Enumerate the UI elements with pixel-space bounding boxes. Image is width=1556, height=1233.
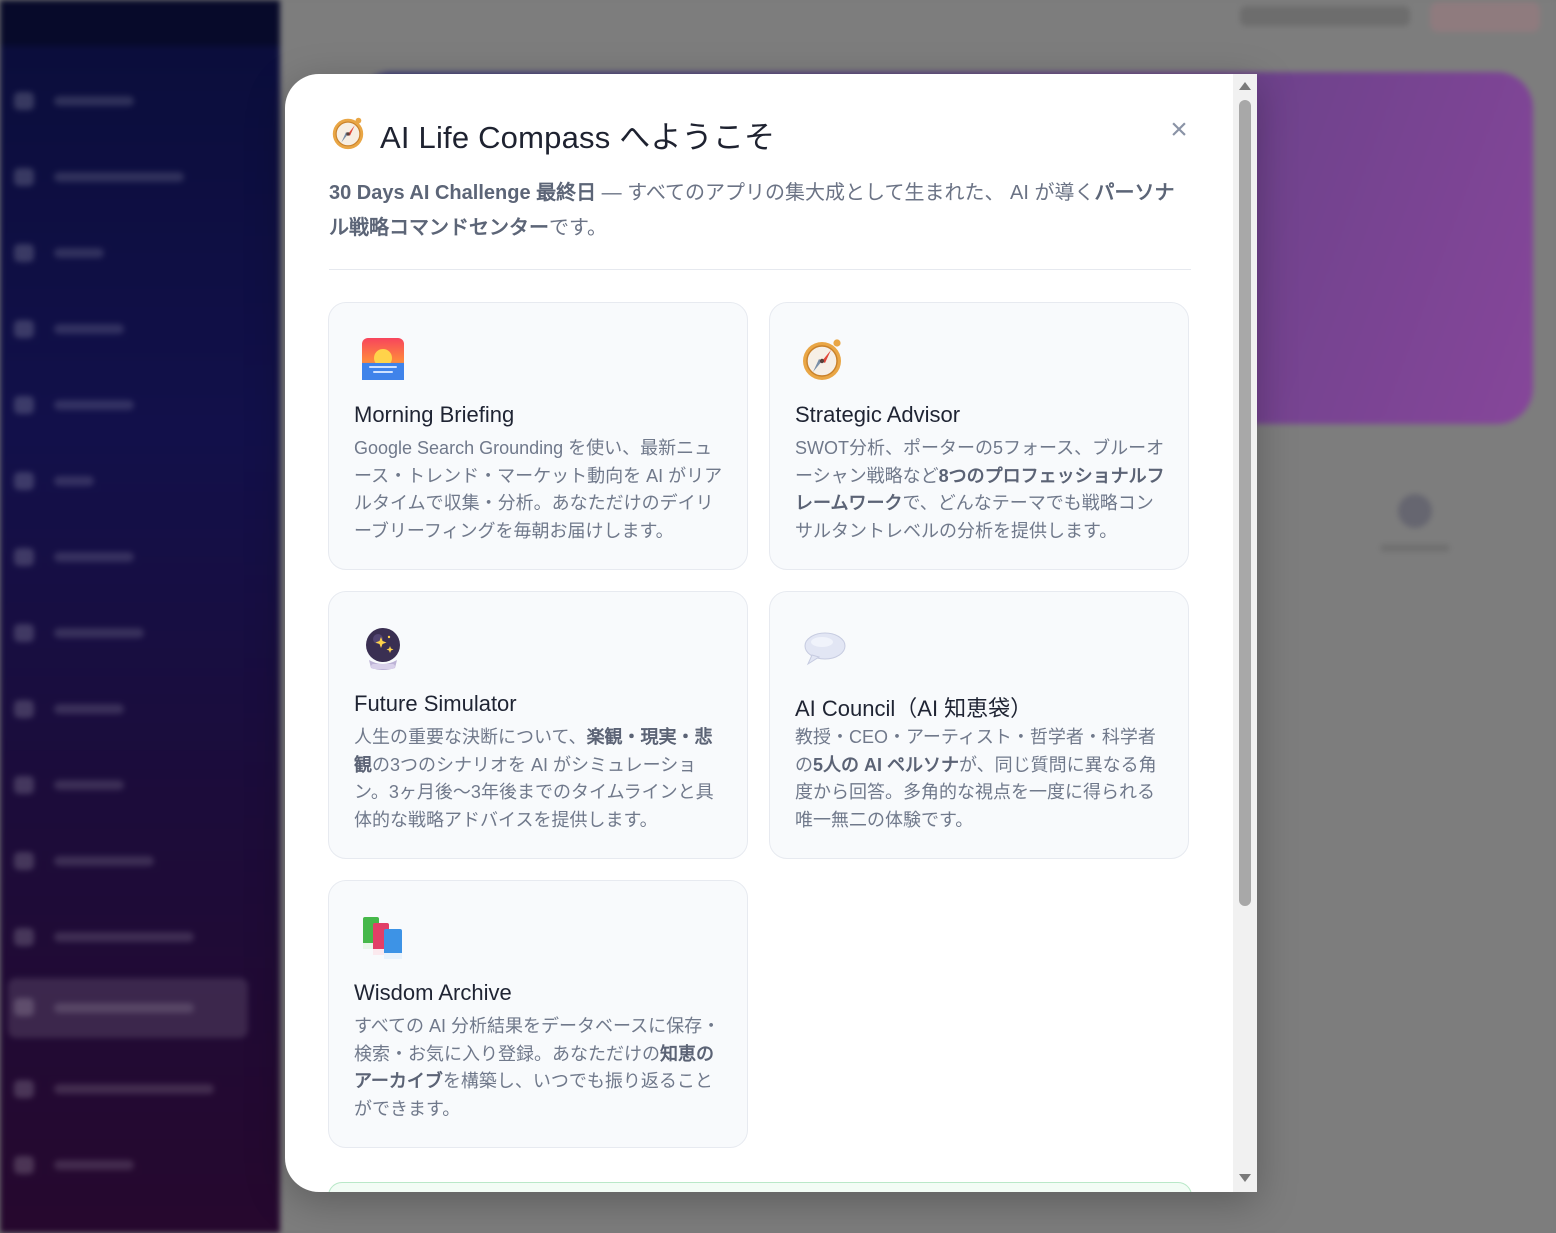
compass-icon: [332, 117, 364, 150]
modal-header: AI Life Compass へようこそ: [329, 110, 1189, 155]
background-nav-item: [8, 920, 248, 954]
scroll-up-arrow-icon[interactable]: [1239, 82, 1251, 90]
feature-description: SWOT分析、ポーターの5フォース、ブルーオーシャン戦略など8つのプロフェッショ…: [795, 435, 1171, 545]
sunrise-icon: [362, 338, 404, 380]
background-nav-item: [8, 692, 248, 726]
background-nav-item: [8, 540, 248, 574]
background-logout-button: [1430, 2, 1540, 32]
scroll-down-arrow-icon[interactable]: [1239, 1174, 1251, 1182]
background-nav-item: [8, 464, 248, 498]
feature-title: Wisdom Archive: [354, 980, 512, 1005]
welcome-modal: AI Life Compass へようこそ × 30 Days AI Chall…: [285, 74, 1257, 1192]
books-icon: [363, 917, 402, 959]
background-brand: [0, 0, 300, 46]
feature-card-future-simulator: Future Simulator 人生の重要な決断について、楽観・現実・悲観の3…: [328, 591, 748, 859]
background-nav-item: [8, 616, 248, 650]
background-nav-item: [8, 236, 248, 270]
close-button[interactable]: ×: [1165, 114, 1193, 146]
background-nav-item: [8, 388, 248, 422]
background-user-info: [1240, 6, 1410, 26]
background-label: [1380, 544, 1450, 552]
background-nav-item-active: [8, 978, 248, 1038]
feature-description: Google Search Grounding を使い、最新ニュース・トレンド・…: [354, 435, 730, 545]
next-section-box: [328, 1182, 1192, 1192]
background-nav-item: [8, 768, 248, 802]
modal-content: AI Life Compass へようこそ × 30 Days AI Chall…: [285, 74, 1233, 1192]
intro-text-end: です。: [549, 217, 607, 239]
feature-desc-text: の3つのシナリオを AI がシミュレーション。3ヶ月後〜3年後までのタイムライン…: [354, 754, 714, 830]
feature-card-strategic-advisor: Strategic Advisor SWOT分析、ポーターの5フォース、ブルーオ…: [769, 302, 1189, 570]
feature-card-ai-council: AI Council（AI 知恵袋） 教授・CEO・アーティスト・哲学者・科学者…: [769, 591, 1189, 859]
background-nav-item: [8, 1072, 248, 1106]
feature-description: すべての AI 分析結果をデータベースに保存・検索・お気に入り登録。あなただけの…: [354, 1013, 730, 1123]
feature-title: Future Simulator: [354, 691, 517, 716]
speech-bubble-icon: [804, 632, 846, 666]
feature-card-morning-briefing: Morning Briefing Google Search Grounding…: [328, 302, 748, 570]
compass-icon: [803, 339, 841, 380]
feature-desc-text: 人生の重要な決断について、: [354, 727, 587, 747]
modal-scrollbar[interactable]: [1233, 74, 1257, 1192]
feature-title: Morning Briefing: [354, 402, 515, 427]
feature-title: AI Council（AI 知恵袋）: [795, 696, 1033, 721]
background-nav-item: [8, 160, 248, 194]
feature-desc-highlight: 5人の AI ペルソナ: [813, 754, 960, 775]
intro-text-part: — すべてのアプリの集大成として生まれた、 AI が導く: [596, 182, 1095, 204]
feature-description: 教授・CEO・アーティスト・哲学者・科学者の5人の AI ペルソナが、同じ質問に…: [795, 724, 1171, 834]
background-nav-item: [8, 844, 248, 878]
intro-challenge-label: 30 Days AI Challenge 最終日: [329, 182, 597, 204]
feature-title: Strategic Advisor: [795, 402, 961, 427]
background-sidebar: [0, 0, 300, 1233]
background-nav-item: [8, 1148, 248, 1182]
background-nav-item: [8, 84, 248, 118]
intro-text: 30 Days AI Challenge 最終日 — すべてのアプリの集大成とし…: [329, 176, 1189, 246]
feature-description: 人生の重要な決断について、楽観・現実・悲観の3つのシナリオを AI がシミュレー…: [354, 724, 730, 834]
modal-title: AI Life Compass へようこそ: [380, 120, 776, 155]
background-icon: [1398, 494, 1432, 528]
divider: [329, 269, 1191, 270]
feature-card-wisdom-archive: Wisdom Archive すべての AI 分析結果をデータベースに保存・検索…: [328, 880, 748, 1148]
background-nav-item: [8, 312, 248, 346]
scrollbar-thumb[interactable]: [1239, 100, 1251, 906]
feature-desc-text: Google Search Grounding を使い、最新ニュース・トレンド・…: [354, 438, 723, 541]
crystal-ball-icon: [366, 628, 400, 670]
